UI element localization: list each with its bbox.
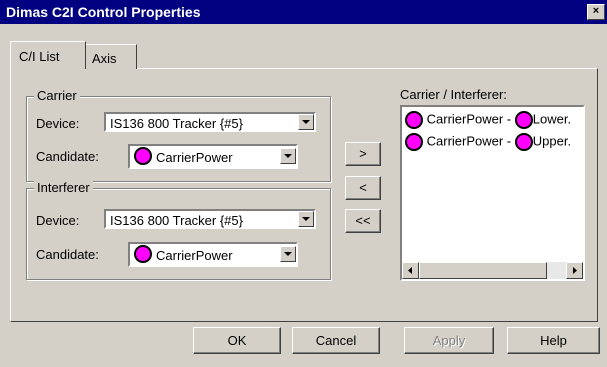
window-title: Dimas C2I Control Properties (6, 4, 201, 20)
candidate-marker-icon (134, 245, 152, 263)
list-item[interactable]: CarrierPower - Upper. (405, 133, 571, 151)
interferer-candidate-select[interactable]: CarrierPower (128, 242, 298, 267)
add-button[interactable]: > (345, 142, 381, 166)
cancel-button[interactable]: Cancel (292, 327, 380, 354)
list-label: Carrier / Interferer: (400, 87, 507, 102)
interferer-group-label: Interferer (34, 180, 93, 195)
arrow-left-icon (408, 267, 412, 274)
carrier-interferer-list[interactable]: CarrierPower - Lower. CarrierPower - Upp… (400, 105, 585, 281)
apply-button[interactable]: Apply (404, 327, 494, 354)
carrier-group (26, 96, 331, 182)
scroll-thumb[interactable] (419, 262, 547, 279)
tab-axis[interactable]: Axis (85, 44, 137, 69)
interferer-device-label: Device: (36, 213, 80, 228)
candidate-marker-icon (134, 147, 152, 165)
list-item-right: Upper. (532, 133, 572, 149)
carrier-candidate-label: Candidate: (36, 149, 99, 164)
arrow-right-icon (573, 267, 577, 274)
chevron-down-icon[interactable] (298, 211, 314, 227)
tab-axis-label: Axis (92, 51, 117, 66)
scroll-right-button[interactable] (566, 262, 583, 279)
carrier-candidate-select[interactable]: CarrierPower (128, 144, 298, 169)
scroll-left-button[interactable] (402, 262, 419, 279)
marker-icon (514, 111, 533, 129)
marker-icon (514, 133, 533, 151)
help-button[interactable]: Help (507, 327, 600, 354)
interferer-candidate-value: CarrierPower (156, 248, 233, 263)
tab-ci-list[interactable]: C/I List (10, 41, 86, 69)
carrier-device-select[interactable]: IS136 800 Tracker {#5} (104, 112, 316, 132)
interferer-candidate-label: Candidate: (36, 247, 99, 262)
carrier-device-value: IS136 800 Tracker {#5} (110, 116, 243, 131)
remove-button[interactable]: < (345, 176, 381, 200)
list-item[interactable]: CarrierPower - Lower. (405, 111, 571, 129)
interferer-device-value: IS136 800 Tracker {#5} (110, 213, 243, 228)
interferer-device-select[interactable]: IS136 800 Tracker {#5} (104, 209, 316, 229)
marker-icon (405, 111, 423, 129)
list-item-left: CarrierPower - (426, 111, 512, 127)
horizontal-scrollbar[interactable] (402, 262, 583, 279)
chevron-down-icon[interactable] (298, 114, 314, 130)
tab-ci-list-label: C/I List (19, 49, 60, 64)
carrier-group-label: Carrier (34, 88, 80, 103)
remove-all-button[interactable]: << (345, 209, 381, 233)
chevron-down-icon[interactable] (280, 148, 296, 164)
close-button[interactable]: × (587, 4, 605, 20)
chevron-down-icon[interactable] (280, 246, 296, 262)
list-item-left: CarrierPower - (426, 133, 512, 149)
carrier-candidate-value: CarrierPower (156, 150, 233, 165)
marker-icon (405, 133, 423, 151)
carrier-device-label: Device: (36, 116, 80, 131)
list-item-right: Lower. (532, 111, 572, 127)
ok-button[interactable]: OK (193, 327, 281, 354)
